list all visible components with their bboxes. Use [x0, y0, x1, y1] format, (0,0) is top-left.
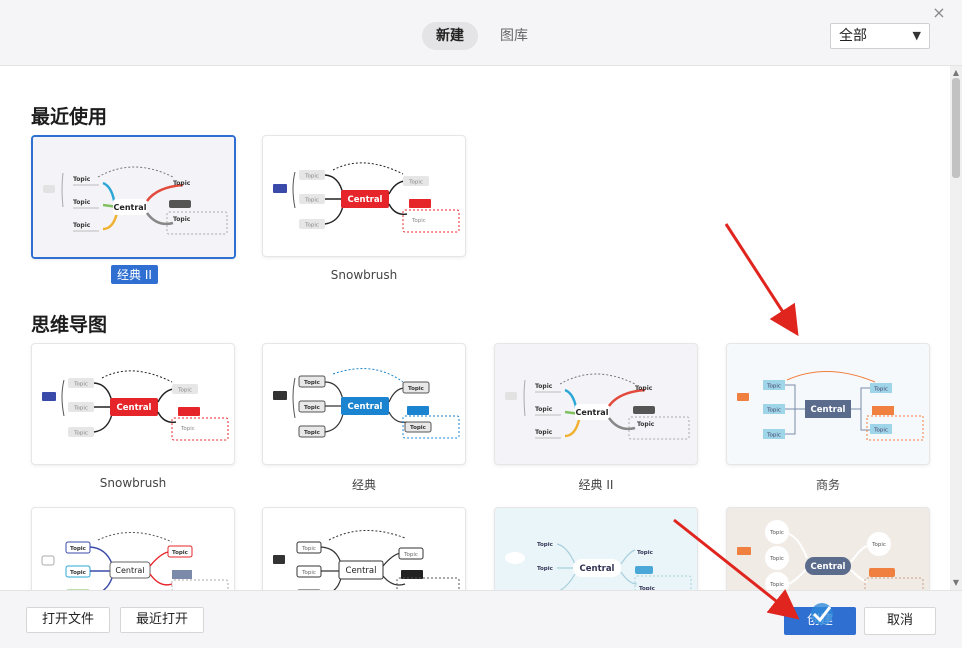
thumb-central-label: Central	[576, 408, 609, 417]
thumb-topic-label: Topic	[173, 216, 191, 223]
thumb-topic-label: Topic	[769, 582, 784, 588]
thumb-topic-label: Topic	[73, 222, 91, 229]
thumb-topic-label: Topic	[304, 223, 319, 229]
thumb-topic-label: Topic	[73, 176, 91, 183]
thumb-topic-label: Topic	[537, 566, 553, 572]
thumb-central-label: Central	[346, 566, 377, 576]
thumb-topic-label: Topic	[535, 383, 553, 390]
template-label: Snowbrush	[330, 268, 398, 282]
thumb-topic-label: Topic	[408, 386, 424, 392]
thumb-topic-label: Topic	[304, 174, 319, 180]
mono-thumbnail: Topic Topic Topic Central Topic	[273, 529, 460, 590]
template-card-recent-snowbrush[interactable]: Topic Topic Topic Central Topic Topic	[262, 135, 466, 257]
open-file-button[interactable]: 打开文件	[26, 607, 110, 633]
create-button[interactable]: 创建	[784, 607, 856, 635]
template-label: 经典 II	[111, 265, 158, 284]
dialog-header: 新建 图库 全部 ▼ ×	[0, 0, 962, 66]
thumb-topic-label: Topic	[172, 550, 188, 556]
chevron-down-icon: ▼	[912, 29, 921, 42]
scroll-up-arrow-icon[interactable]: ▲	[950, 68, 962, 78]
thumb-topic-label: Topic	[173, 180, 191, 187]
thumb-topic-label: Topic	[73, 406, 88, 412]
thumb-central-label: Central	[348, 195, 383, 205]
close-icon[interactable]: ×	[930, 4, 948, 22]
template-label: 经典 II	[578, 478, 614, 492]
thumb-topic-label: Topic	[766, 408, 781, 414]
thumb-topic-label: Topic	[73, 382, 88, 388]
thumb-topic-label: Topic	[408, 180, 423, 186]
thumb-topic-label: Topic	[304, 380, 320, 386]
fresh-thumbnail: Topic Topic Topic Central Topic Topic	[505, 542, 692, 590]
thumb-topic-label: Topic	[873, 428, 888, 434]
thumb-topic-label: Topic	[411, 218, 426, 224]
thumb-topic-label: Topic	[637, 421, 655, 428]
scrollbar-thumb[interactable]	[952, 78, 960, 178]
thumb-central-label: Central	[811, 405, 846, 415]
thumb-topic-label: Topic	[403, 552, 418, 558]
category-filter-value: 全部	[839, 28, 867, 44]
thumb-topic-label: Topic	[301, 546, 316, 552]
thumb-topic-label: Topic	[537, 542, 553, 548]
vertical-scrollbar[interactable]: ▲ ▼	[950, 66, 962, 590]
classic-ii-thumbnail: Topic Topic Topic Central Topic Topic	[33, 137, 234, 257]
thumb-topic-label: Topic	[301, 570, 316, 576]
thumb-topic-label: Topic	[637, 550, 653, 556]
classic-ii-thumbnail: Topic Topic Topic Central Topic Topic	[505, 373, 690, 440]
thumb-topic-label: Topic	[70, 546, 86, 552]
thumb-topic-label: Topic	[180, 426, 195, 432]
thumb-central-label: Central	[114, 203, 147, 212]
template-card-warm[interactable]: Topic Topic Topic Central Topic	[726, 507, 930, 590]
section-title-mindmap: 思维导图	[31, 314, 108, 336]
template-label: 商务	[815, 478, 840, 492]
template-card-mono[interactable]: Topic Topic Topic Central Topic	[262, 507, 466, 590]
thumb-central-label: Central	[115, 566, 144, 575]
thumb-topic-label: Topic	[766, 384, 781, 390]
template-card-classic-ii[interactable]: Topic Topic Topic Central Topic Topic	[494, 343, 698, 465]
template-card-fresh[interactable]: Topic Topic Topic Central Topic Topic	[494, 507, 698, 590]
thumb-topic-label: Topic	[635, 385, 653, 392]
snowbrush-thumbnail: Topic Topic Topic Central Topic Topic	[42, 370, 229, 441]
section-title-recent: 最近使用	[31, 106, 108, 128]
thumb-topic-label: Topic	[535, 406, 553, 413]
thumb-topic-label: Topic	[769, 556, 784, 562]
business-thumbnail: Topic Topic Topic Central Topic Topic	[737, 371, 924, 441]
thumb-topic-label: Topic	[769, 530, 784, 536]
template-card-snowbrush[interactable]: Topic Topic Topic Central Topic Topic	[31, 343, 235, 465]
thumb-topic-label: Topic	[766, 433, 781, 439]
template-card-classic[interactable]: Topic Topic Topic Central Topic Topic	[262, 343, 466, 465]
template-card-business[interactable]: Topic Topic Topic Central Topic Topic	[726, 343, 930, 465]
tab-bar: 新建 图库	[422, 22, 542, 50]
template-card-colorful[interactable]: Topic Topic Topic Central Topic	[31, 507, 235, 590]
thumb-central-label: Central	[117, 403, 152, 413]
template-card-recent-classic-ii[interactable]: Topic Topic Topic Central Topic Topic	[31, 135, 236, 259]
thumb-topic-label: Topic	[304, 198, 319, 204]
template-label: Snowbrush	[99, 476, 167, 490]
thumb-topic-label: Topic	[70, 570, 86, 576]
recent-open-button[interactable]: 最近打开	[120, 607, 204, 633]
thumb-topic-label: Topic	[304, 405, 320, 411]
thumb-topic-label: Topic	[871, 542, 886, 548]
cancel-button[interactable]: 取消	[864, 607, 936, 635]
thumb-topic-label: Topic	[410, 425, 426, 431]
dialog-footer: 打开文件 最近打开 创建 取消	[0, 590, 962, 648]
template-list[interactable]: 最近使用 Topic Topic Topic Central Topic Top…	[0, 66, 950, 590]
thumb-topic-label: Topic	[177, 388, 192, 394]
thumb-topic-label: Topic	[73, 431, 88, 437]
classic-thumbnail: Topic Topic Topic Central Topic Topic	[273, 368, 460, 439]
colorful-thumbnail: Topic Topic Topic Central Topic	[41, 531, 229, 590]
thumb-topic-label: Topic	[535, 429, 553, 436]
thumb-topic-label: Topic	[873, 387, 888, 393]
thumb-topic-label: Topic	[73, 199, 91, 206]
template-label: 经典	[351, 478, 376, 492]
scroll-down-arrow-icon[interactable]: ▼	[950, 578, 962, 588]
thumb-topic-label: Topic	[304, 430, 320, 436]
thumb-central-label: Central	[580, 564, 615, 574]
warm-thumbnail: Topic Topic Topic Central Topic	[737, 520, 924, 590]
tab-new[interactable]: 新建	[422, 22, 478, 50]
tab-gallery[interactable]: 图库	[486, 22, 542, 50]
category-filter-select[interactable]: 全部 ▼	[830, 23, 930, 49]
thumb-central-label: Central	[811, 562, 846, 572]
snowbrush-thumbnail: Topic Topic Topic Central Topic Topic	[273, 162, 460, 233]
thumb-central-label: Central	[348, 402, 383, 412]
